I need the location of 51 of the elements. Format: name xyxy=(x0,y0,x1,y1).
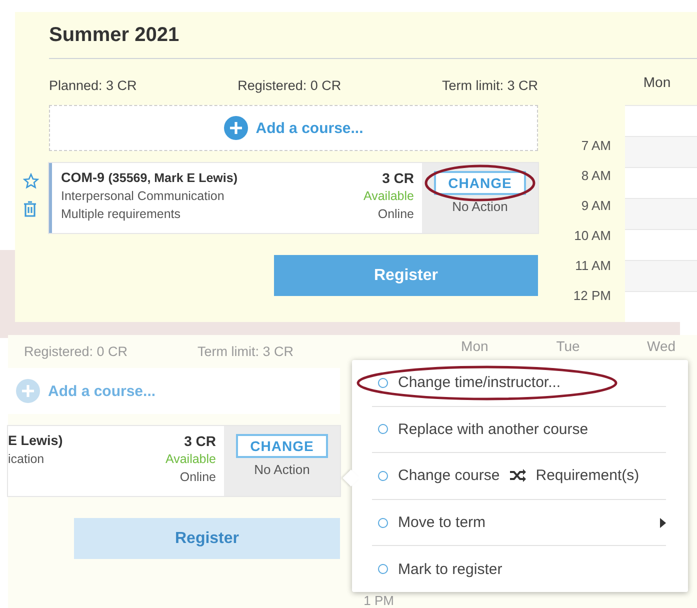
course-code: COM-9 (35569, Mark E Lewis) xyxy=(61,169,238,187)
course-status: Available xyxy=(165,451,216,468)
day-header: Wed xyxy=(646,337,677,355)
day-header: Tue xyxy=(555,337,581,355)
credit-stat: Registered: 0 CR xyxy=(238,78,342,92)
change-button[interactable]: CHANGE xyxy=(236,434,328,458)
plus-icon xyxy=(16,379,40,403)
star-icon[interactable] xyxy=(23,173,39,189)
course-requirements: Multiple requirements xyxy=(61,206,182,223)
time-label: 9 AM xyxy=(581,199,611,213)
course-mode: Online xyxy=(178,469,216,486)
add-course-link[interactable]: Add a course... xyxy=(16,379,156,403)
term-title: Summer 2021 xyxy=(49,24,180,46)
course-code: E Lewis) xyxy=(8,432,63,450)
action-status: No Action xyxy=(254,462,310,477)
time-label: 7 AM xyxy=(581,139,611,153)
credit-stat: Registered: 0 CR xyxy=(24,344,128,359)
circle-icon xyxy=(378,470,388,481)
day-header: Mon xyxy=(460,337,490,355)
time-label: 10 AM xyxy=(574,229,611,243)
trash-icon[interactable] xyxy=(23,201,37,217)
credit-stat: Term limit: 3 CR xyxy=(198,344,294,359)
plus-icon xyxy=(224,116,248,140)
course-credits: 3 CR xyxy=(381,169,414,187)
menu-item[interactable]: Replace with another course xyxy=(372,406,666,454)
add-course-link[interactable]: Add a course... xyxy=(224,116,364,140)
course-title: ication xyxy=(8,451,46,468)
time-label: 11 AM xyxy=(575,259,611,273)
circle-icon xyxy=(378,378,388,388)
menu-item[interactable]: Mark to register xyxy=(372,546,666,592)
action-status: No Action xyxy=(452,199,508,214)
credit-stat: Term limit: 3 CR xyxy=(442,78,538,92)
course-mode: Online xyxy=(376,206,414,223)
credit-stat: Planned: 3 CR xyxy=(49,78,137,92)
circle-icon xyxy=(378,424,388,434)
course-title: Interpersonal Communication xyxy=(61,188,226,205)
shuffle-icon xyxy=(510,469,526,482)
day-header: Mon xyxy=(642,73,672,91)
register-button[interactable]: Register xyxy=(274,255,538,296)
time-label: 8 AM xyxy=(581,169,611,183)
time-label: 12 PM xyxy=(573,289,611,303)
circle-icon xyxy=(378,564,388,574)
menu-item[interactable]: Change course Requirement(s) xyxy=(372,453,666,500)
time-label: 1 PM xyxy=(364,594,394,608)
course-status: Available xyxy=(363,188,414,205)
change-button[interactable]: CHANGE xyxy=(434,171,526,195)
caret-right-icon xyxy=(660,518,666,528)
menu-item[interactable]: Change time/instructor... xyxy=(372,360,666,407)
circle-icon xyxy=(378,518,388,528)
course-credits: 3 CR xyxy=(183,432,216,450)
menu-item[interactable]: Move to term xyxy=(372,500,666,546)
